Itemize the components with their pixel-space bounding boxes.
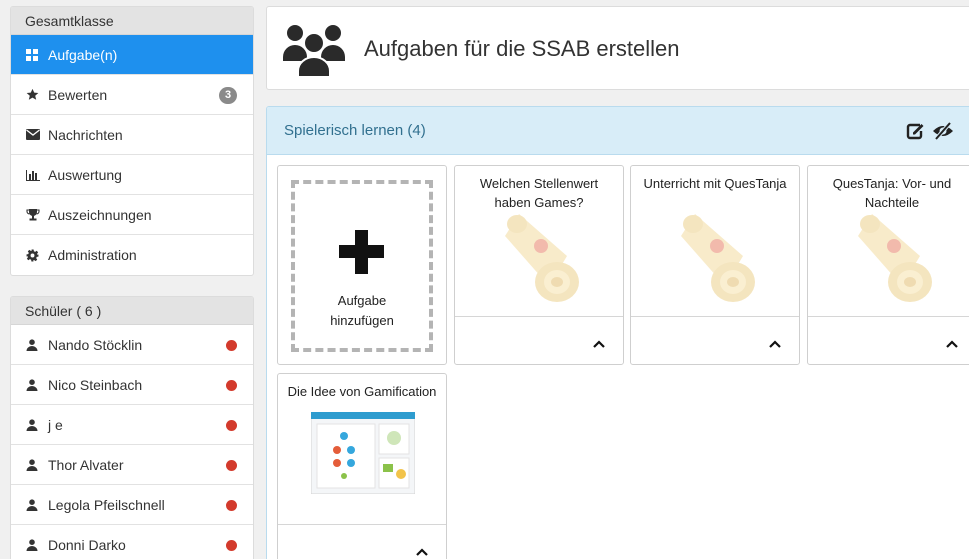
grid-icon (26, 48, 44, 61)
student-name: Nico Steinbach (48, 376, 143, 393)
student-item[interactable]: j e (11, 405, 253, 445)
section-header: Spielerisch lernen (4) (267, 107, 969, 155)
count-badge: 3 (219, 87, 237, 104)
plus-icon (334, 224, 390, 281)
sidebar-item-nachrichten[interactable]: Nachrichten (11, 115, 253, 155)
status-dot (226, 420, 237, 431)
add-label-line2: hinzufügen (330, 313, 394, 328)
gear-icon (26, 249, 44, 262)
user-icon (26, 539, 44, 551)
student-name: Donni Darko (48, 537, 126, 553)
section-title: Spielerisch lernen (4) (284, 122, 426, 139)
status-dot (226, 500, 237, 511)
sidebar-item-label: Nachrichten (48, 126, 123, 143)
envelope-icon (26, 129, 44, 140)
add-task-card[interactable]: Aufgabe hinzufügen (277, 165, 447, 365)
chevron-up-icon[interactable] (416, 543, 428, 559)
student-item[interactable]: Donni Darko (11, 525, 253, 559)
edit-icon[interactable] (905, 121, 925, 144)
student-name: Thor Alvater (48, 456, 124, 473)
app-screenshot-thumbnail (310, 411, 416, 497)
task-card-footer (808, 316, 969, 364)
students-panel: Schüler ( 6 ) Nando Stöcklin Nico Steinb… (10, 296, 254, 559)
sidebar-item-aufgaben[interactable]: Aufgabe(n) (11, 35, 253, 75)
scroll-image (497, 206, 587, 309)
user-icon (26, 378, 44, 391)
trophy-icon (26, 208, 44, 221)
status-dot (226, 380, 237, 391)
sidebar-item-auswertung[interactable]: Auswertung (11, 155, 253, 195)
student-name: Nando Stöcklin (48, 336, 143, 353)
task-card[interactable]: QuesTanja: Vor- und Nachteile (807, 165, 969, 365)
student-item[interactable]: Nico Steinbach (11, 365, 253, 405)
task-card-footer (278, 524, 446, 559)
sidebar-item-label: Auswertung (48, 166, 122, 183)
sidebar-item-label: Aufgabe(n) (48, 46, 118, 63)
chevron-up-icon[interactable] (593, 335, 605, 351)
task-card-footer (631, 316, 799, 364)
task-card-footer (455, 316, 623, 364)
chevron-up-icon[interactable] (769, 335, 781, 351)
task-card-title: Unterricht mit QuesTanja (643, 176, 787, 191)
add-task-label: Aufgabe hinzufügen (278, 291, 446, 331)
bar-chart-icon (26, 169, 44, 181)
sidebar-item-administration[interactable]: Administration (11, 235, 253, 275)
page-title: Aufgaben für die SSAB erstellen (364, 36, 680, 61)
page-header: Aufgaben für die SSAB erstellen (266, 6, 969, 90)
user-icon (26, 338, 44, 351)
users-icon (283, 21, 345, 82)
sidebar-item-label: Auszeichnungen (48, 206, 152, 223)
task-section: Spielerisch lernen (4) Aufgabe hinzufüge… (266, 106, 969, 559)
user-icon (26, 498, 44, 511)
status-dot (226, 460, 237, 471)
scroll-image (850, 206, 940, 309)
task-card[interactable]: Die Idee von Gamification (277, 373, 447, 559)
eye-slash-icon[interactable] (931, 121, 955, 144)
user-icon (26, 458, 44, 471)
status-dot (226, 340, 237, 351)
students-panel-header: Schüler ( 6 ) (11, 297, 253, 325)
sidebar-item-label: Administration (48, 247, 137, 263)
task-card[interactable]: Welchen Stellenwert haben Games? (454, 165, 624, 365)
sidebar-item-auszeichnungen[interactable]: Auszeichnungen (11, 195, 253, 235)
student-item[interactable]: Thor Alvater (11, 445, 253, 485)
scroll-image (673, 206, 763, 309)
class-panel: Gesamtklasse Aufgabe(n) Bewerten 3 Nachr… (10, 6, 254, 276)
sidebar-item-label: Bewerten (48, 86, 108, 103)
student-name: j e (48, 416, 63, 433)
chevron-up-icon[interactable] (946, 335, 958, 351)
sidebar: Gesamtklasse Aufgabe(n) Bewerten 3 Nachr… (10, 6, 254, 559)
class-panel-header: Gesamtklasse (11, 7, 253, 35)
student-name: Legola Pfeilschnell (48, 496, 165, 513)
student-item[interactable]: Legola Pfeilschnell (11, 485, 253, 525)
task-card[interactable]: Unterricht mit QuesTanja (630, 165, 800, 365)
task-card-title: Die Idee von Gamification (287, 384, 437, 399)
user-icon (26, 418, 44, 431)
status-dot (226, 540, 237, 551)
sidebar-item-bewerten[interactable]: Bewerten 3 (11, 75, 253, 115)
star-icon (26, 88, 44, 101)
add-label-line1: Aufgabe (337, 293, 387, 308)
student-item[interactable]: Nando Stöcklin (11, 325, 253, 365)
